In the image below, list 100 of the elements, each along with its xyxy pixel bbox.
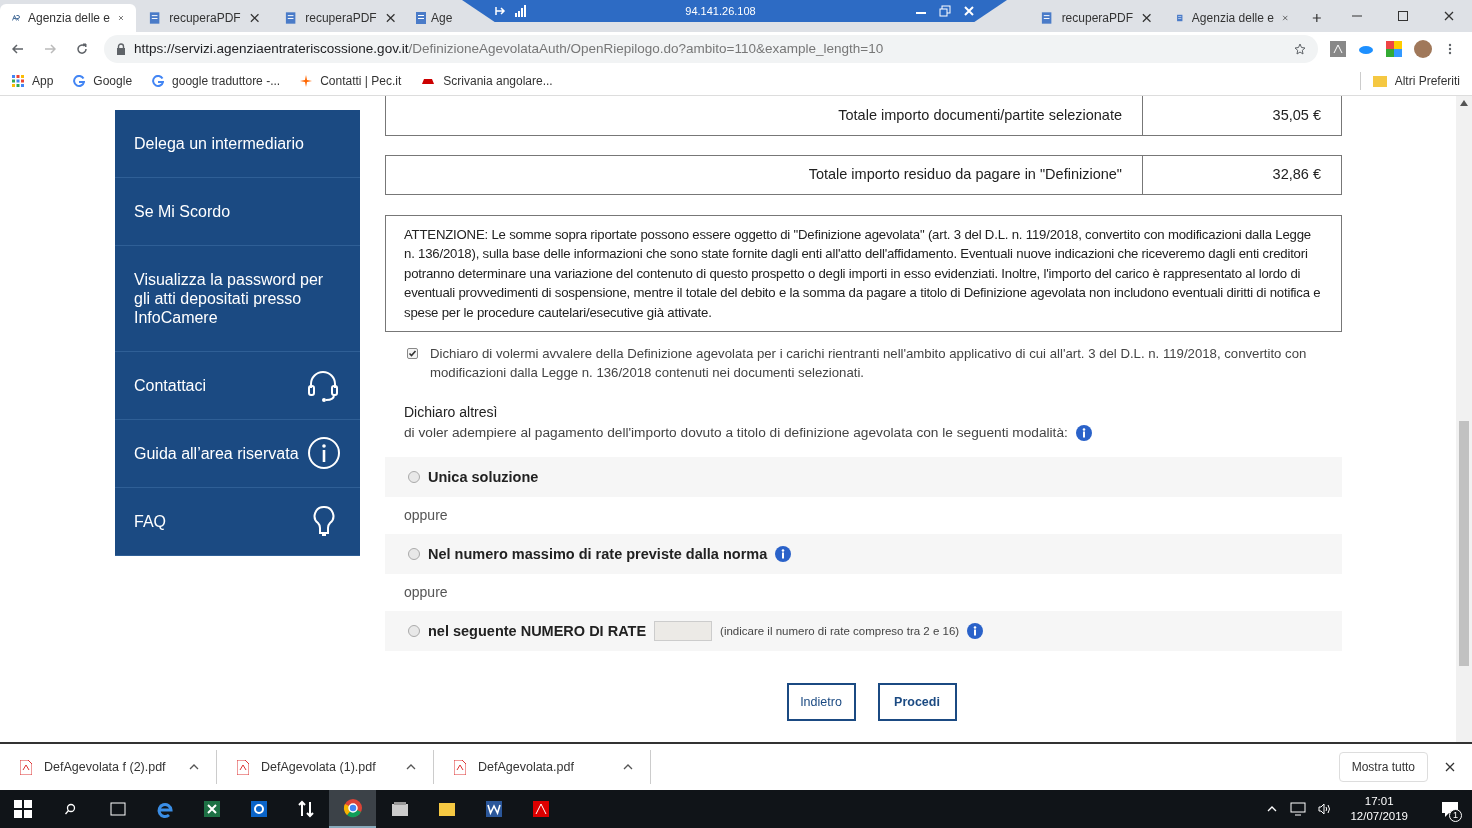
info-icon xyxy=(775,546,792,563)
tab-title: recuperaPDF xyxy=(1061,10,1133,27)
close-icon[interactable] xyxy=(1444,761,1456,773)
pdf-file-icon xyxy=(237,759,249,775)
radio-button[interactable] xyxy=(408,625,420,638)
checkbox[interactable] xyxy=(407,348,418,360)
download-item[interactable]: DefAgevolata.pdf xyxy=(434,750,651,784)
browser-tab[interactable]: Agenzia delle e xyxy=(0,4,136,32)
number-field[interactable] xyxy=(654,621,713,642)
sidebar-link[interactable]: Guida all’area riservata xyxy=(115,420,360,488)
scrollbar-thumb[interactable] xyxy=(1459,421,1469,666)
google-icon xyxy=(73,74,86,87)
remote-address: 94.141.26.108 xyxy=(685,3,756,19)
network-icon xyxy=(1290,802,1307,816)
sidebar-link[interactable]: Contattaci xyxy=(115,352,360,420)
search-icon[interactable] xyxy=(64,803,76,815)
spreadsheet-icon[interactable] xyxy=(201,799,222,819)
signal-bars-icon xyxy=(514,5,526,17)
option-label: Nel numero massimo di rate previste dalla norma xyxy=(428,544,768,564)
clock-time: 17:01 xyxy=(1364,794,1394,809)
sidebar-link[interactable]: Visualizza la password per gli atti depositati presso InfoCamere xyxy=(115,246,360,352)
windows-logo-icon xyxy=(14,800,32,818)
close-icon[interactable] xyxy=(1141,12,1153,24)
notification-count: 1 xyxy=(1449,809,1462,822)
close-icon[interactable] xyxy=(384,12,396,24)
folder-icon xyxy=(1372,74,1387,87)
tab-title: Age xyxy=(431,10,453,27)
total-label: Totale importo residuo da pagare in "Definizione" xyxy=(386,156,1143,194)
tab-title: recuperaPDF xyxy=(305,10,377,27)
browser-tab[interactable]: recuperaPDF xyxy=(272,4,408,32)
tab-title: Agenzia delle e xyxy=(1191,10,1274,27)
option-label: nel seguente NUMERO DI RATE xyxy=(428,621,647,641)
radio-button[interactable] xyxy=(408,548,420,561)
hint-text: (indicare il numero di rate compreso tra 2 e 16) xyxy=(720,623,960,639)
nav-button[interactable]: Procedi xyxy=(877,683,957,722)
bookmark-link[interactable]: Scrivania angolare... xyxy=(421,71,553,90)
document-icon xyxy=(148,11,162,25)
new-tab-icon[interactable] xyxy=(1312,12,1322,24)
download-item[interactable]: DefAgevolata (1).pdf xyxy=(217,750,434,784)
address-field[interactable]: https://servizi.agenziaentrateriscossione.gov.it/DefinizioneAgevolataAuth/OpenRiepilogo.do?ambito=110&example_length=10 xyxy=(104,35,1318,63)
scrollbar[interactable] xyxy=(1456,96,1472,742)
document-icon xyxy=(1040,11,1054,25)
google-icon xyxy=(152,74,165,87)
browser-tab[interactable]: recuperaPDF xyxy=(1028,4,1165,32)
tab-title: recuperaPDF xyxy=(169,10,241,27)
warning-notice: ATTENZIONE: Le somme sopra riportate possono essere oggetto di "Definizione agevolata" (art. 3 del D.L. n. 119/2018, convertito con modificazioni dalla Legge n. 136/2018), sulla base delle informazioni che sono state fornite dagli enti all'atto dell'affidamento. Eventuali nuove indicazioni che riceveremo dagli enti creditori potranno determinare una variazione del contenuto di questo prospetto o degli importi in esso evidenziati. Inoltre, l'importo del carico è rappresentato al lordo di eventuali provvedimenti di sospensione, mentre il totale del debito e la somma da pagare a titolo di Definizione agevolata non includono eventuali diritti di notifica e spese per le procedure cautelari/esecutive già attivate. xyxy=(385,215,1342,333)
color-grid-icon xyxy=(1386,41,1402,57)
sidebar-link[interactable]: FAQ xyxy=(115,488,360,556)
bookmark-link[interactable]: Google xyxy=(73,71,133,90)
close-icon[interactable] xyxy=(248,12,260,24)
browser-tab[interactable]: Agenzia delle e xyxy=(1164,4,1301,32)
restore-icon[interactable] xyxy=(939,5,951,17)
lock-icon xyxy=(116,43,126,55)
scroll-up-icon[interactable] xyxy=(1460,100,1468,106)
option-label: Unica soluzione xyxy=(428,467,539,487)
bookmark-link[interactable]: App xyxy=(12,71,54,90)
mail-app-icon[interactable] xyxy=(248,799,269,819)
back-icon[interactable] xyxy=(12,43,24,55)
pin-icon[interactable] xyxy=(494,5,506,17)
maximize-icon[interactable] xyxy=(1397,10,1409,22)
pdf-file-icon xyxy=(20,759,32,775)
browser-tab[interactable]: Age xyxy=(408,4,453,32)
pdf-file-icon xyxy=(454,759,466,775)
bookmark-link[interactable]: google traduttore -... xyxy=(152,71,281,90)
info-icon xyxy=(307,435,341,472)
document-icon xyxy=(414,11,428,25)
apps-grid-icon xyxy=(12,74,24,87)
nav-button[interactable]: Indietro xyxy=(786,683,856,722)
total-amount: 32,86 € xyxy=(1271,165,1322,185)
browser-tab[interactable]: recuperaPDF xyxy=(136,4,272,32)
download-item[interactable]: DefAgevolata f (2).pdf xyxy=(0,750,217,784)
document-w-icon[interactable] xyxy=(483,799,504,819)
radio-button[interactable] xyxy=(408,471,420,484)
star-icon[interactable] xyxy=(1294,43,1306,55)
info-icon xyxy=(1075,425,1092,442)
task-view-icon[interactable] xyxy=(107,799,128,819)
total-amount: 35,05 € xyxy=(1271,105,1322,125)
document-icon xyxy=(284,11,298,25)
section-heading: Dichiaro altresì xyxy=(403,402,499,422)
sparkle-icon xyxy=(300,74,313,87)
instruction-text: di voler adempiere al pagamento dell'importo dovuto a titolo di definizione agevolata con le seguenti modalità: xyxy=(404,423,1068,442)
bookmark-folder[interactable]: Altri Preferiti xyxy=(1359,71,1460,90)
close-icon[interactable] xyxy=(1443,10,1455,22)
separator-text: oppure xyxy=(403,506,449,526)
tab-title: Agenzia delle e xyxy=(27,10,111,27)
cloud-icon xyxy=(1358,43,1374,55)
sidebar-link[interactable]: Delega un intermediario xyxy=(115,110,360,178)
chrome-icon[interactable] xyxy=(342,798,363,818)
window-stack-icon[interactable] xyxy=(389,799,410,819)
site-logo-icon xyxy=(12,12,20,24)
reload-icon[interactable] xyxy=(76,43,88,55)
show-all-button[interactable]: Mostra tutto xyxy=(1338,752,1428,782)
bookmark-link[interactable]: Contatti | Pec.it xyxy=(300,71,402,90)
declaration-text: Dichiaro di volermi avvalere della Definizione agevolata per i carichi rientranti nell'ambito applicativo di cui all'art. 3 del D.L. n. 119/2018, convertito con modificazioni dalla Legge n. 136/2018 contenuti nei documenti selezionati. xyxy=(430,345,1308,383)
info-icon xyxy=(967,623,984,640)
total-label: Totale importo documenti/partite selezionate xyxy=(386,96,1143,135)
sidebar-link[interactable]: Se Mi Scordo xyxy=(115,178,360,246)
avatar-icon xyxy=(1414,40,1432,58)
speaker-icon[interactable] xyxy=(1318,803,1331,815)
separator-text: oppure xyxy=(403,583,449,603)
